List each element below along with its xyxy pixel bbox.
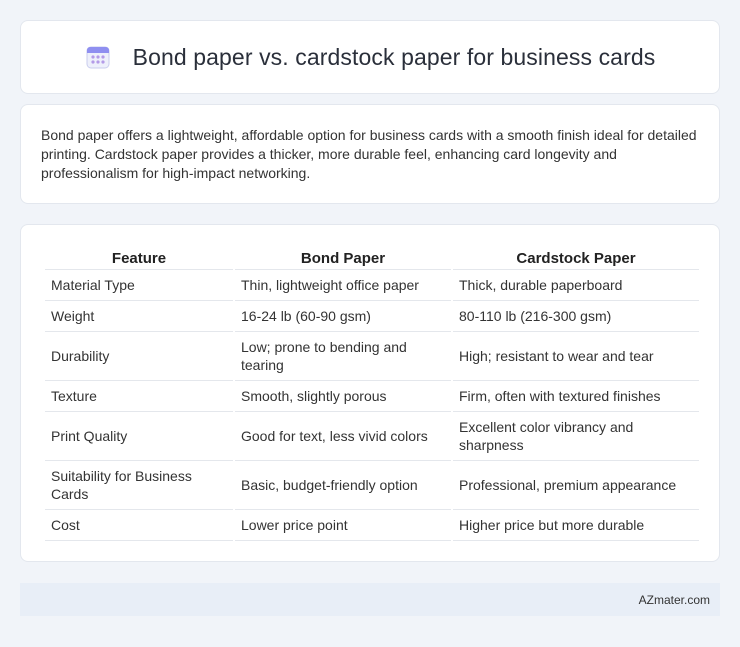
comparison-table: Feature Bond Paper Cardstock Paper Mater… xyxy=(43,244,701,541)
cardstock-paper-cell: Higher price but more durable xyxy=(453,510,699,541)
header-card: Bond paper vs. cardstock paper for busin… xyxy=(20,20,720,94)
column-header-cardstock-paper: Cardstock Paper xyxy=(453,244,699,270)
cardstock-paper-cell: 80-110 lb (216-300 gsm) xyxy=(453,301,699,332)
table-row: Material Type Thin, lightweight office p… xyxy=(45,270,699,301)
footer-site-link[interactable]: AZmater.com xyxy=(639,593,710,607)
calendar-icon xyxy=(86,46,110,69)
bond-paper-cell: Basic, budget-friendly option xyxy=(235,461,451,510)
feature-cell: Durability xyxy=(45,332,233,381)
cardstock-paper-cell: High; resistant to wear and tear xyxy=(453,332,699,381)
cardstock-paper-cell: Thick, durable paperboard xyxy=(453,270,699,301)
feature-cell: Texture xyxy=(45,381,233,412)
bond-paper-cell: Good for text, less vivid colors xyxy=(235,412,451,461)
cardstock-paper-cell: Firm, often with textured finishes xyxy=(453,381,699,412)
feature-cell: Print Quality xyxy=(45,412,233,461)
bond-paper-cell: 16-24 lb (60-90 gsm) xyxy=(235,301,451,332)
feature-cell: Material Type xyxy=(45,270,233,301)
page-title: Bond paper vs. cardstock paper for busin… xyxy=(132,43,656,70)
comparison-card: Feature Bond Paper Cardstock Paper Mater… xyxy=(20,224,720,562)
table-row: Print Quality Good for text, less vivid … xyxy=(45,412,699,461)
column-header-feature: Feature xyxy=(45,244,233,270)
bond-paper-cell: Lower price point xyxy=(235,510,451,541)
feature-cell: Weight xyxy=(45,301,233,332)
header: Bond paper vs. cardstock paper for busin… xyxy=(85,44,656,71)
table-row: Weight 16-24 lb (60-90 gsm) 80-110 lb (2… xyxy=(45,301,699,332)
bond-paper-cell: Low; prone to bending and tearing xyxy=(235,332,451,381)
intro-card: Bond paper offers a lightweight, afforda… xyxy=(20,104,720,204)
bond-paper-cell: Smooth, slightly porous xyxy=(235,381,451,412)
column-header-bond-paper: Bond Paper xyxy=(235,244,451,270)
bond-paper-cell: Thin, lightweight office paper xyxy=(235,270,451,301)
table-row: Texture Smooth, slightly porous Firm, of… xyxy=(45,381,699,412)
feature-cell: Cost xyxy=(45,510,233,541)
cardstock-paper-cell: Excellent color vibrancy and sharpness xyxy=(453,412,699,461)
footer: AZmater.com xyxy=(20,583,720,616)
table-row: Suitability for Business Cards Basic, bu… xyxy=(45,461,699,510)
feature-cell: Suitability for Business Cards xyxy=(45,461,233,510)
table-row: Durability Low; prone to bending and tea… xyxy=(45,332,699,381)
cardstock-paper-cell: Professional, premium appearance xyxy=(453,461,699,510)
table-row: Cost Lower price point Higher price but … xyxy=(45,510,699,541)
table-header-row: Feature Bond Paper Cardstock Paper xyxy=(45,244,699,270)
intro-text: Bond paper offers a lightweight, afforda… xyxy=(41,127,697,181)
